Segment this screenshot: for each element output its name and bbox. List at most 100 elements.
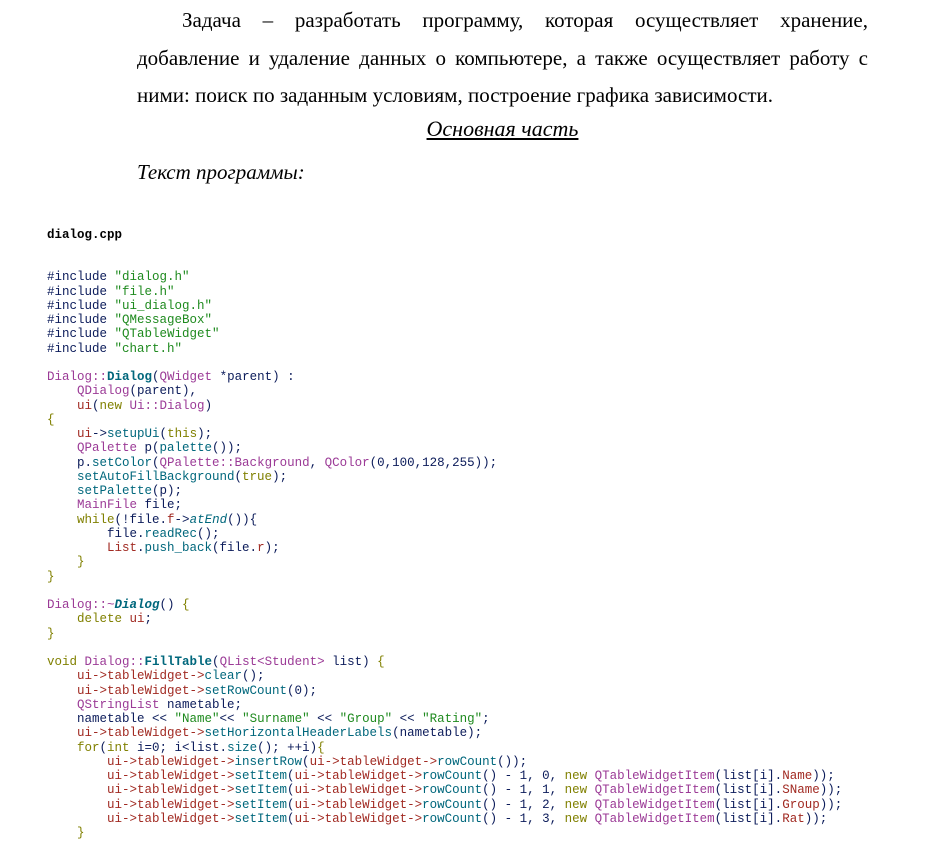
code-line: #include "dialog.h": [47, 270, 842, 284]
code-token: (file.: [212, 541, 258, 555]
code-token: (): [159, 598, 183, 612]
code-token: rowCount: [422, 811, 483, 826]
code-token: rowCount: [422, 783, 483, 798]
code-line: #include "ui_dialog.h": [47, 299, 842, 313]
code-token: setRowCount: [204, 683, 288, 698]
code-token: "QMessageBox": [114, 313, 213, 327]
code-token: ());: [212, 441, 243, 456]
code-line: {: [47, 413, 842, 427]
code-token: {: [317, 740, 325, 755]
code-token: () - 1, 2,: [482, 797, 565, 812]
code-token: (: [302, 754, 310, 769]
code-token: ui->tableWidget->: [47, 769, 235, 783]
code-token: rowCount: [422, 797, 483, 812]
code-token: ));: [804, 811, 828, 826]
code-token: (: [287, 783, 295, 798]
code-line: }: [47, 627, 842, 641]
code-token: Dialog: [107, 370, 153, 384]
code-token: clear: [204, 669, 243, 684]
code-token: }: [47, 569, 55, 584]
code-token: setItem: [234, 797, 288, 812]
code-token: file;: [137, 498, 183, 513]
code-token: ui->tableWidget->: [47, 811, 235, 826]
code-token: (: [287, 811, 295, 826]
code-token: new: [564, 811, 595, 826]
code-token: setupUi: [107, 427, 160, 441]
code-token: "file.h": [114, 284, 175, 299]
code-token: QWidget: [159, 370, 213, 384]
code-token: void: [47, 655, 85, 669]
code-token: new: [564, 769, 595, 783]
code-token: (list[i].: [714, 783, 783, 798]
code-line: #include "chart.h": [47, 342, 842, 356]
code-token: ,: [309, 455, 325, 470]
code-token: ui->tableWidget->: [47, 783, 235, 798]
code-line: QPalette p(palette());: [47, 441, 842, 455]
code-token: QTableWidgetItem: [594, 769, 715, 783]
code-token: file.: [47, 526, 145, 541]
code-token: ();: [242, 669, 265, 684]
code-token: ));: [812, 769, 835, 783]
code-token: QColor: [324, 455, 370, 470]
code-token: #include: [47, 270, 115, 285]
code-body: #include "dialog.h" #include "file.h" #inc…: [47, 270, 842, 840]
code-token: while: [47, 512, 115, 527]
code-token: (0,100,128,255));: [369, 455, 498, 470]
code-token: ui->tableWidget->: [47, 726, 205, 741]
code-token: delete: [47, 612, 130, 627]
code-line: ui->tableWidget->setRowCount(0);: [47, 684, 842, 698]
code-line: MainFile file;: [47, 498, 842, 512]
code-token: Dialog::: [84, 655, 145, 669]
code-token: );: [197, 427, 213, 441]
code-token: (: [234, 469, 243, 484]
code-line: ui->setupUi(this);: [47, 427, 842, 441]
code-token: () - 1, 3,: [482, 811, 565, 826]
code-token: nametable <<: [47, 712, 175, 726]
code-token: QTableWidgetItem: [594, 811, 715, 826]
code-token: ;: [144, 612, 153, 627]
code-token: Dialog::~: [47, 598, 115, 612]
code-line: void Dialog::FillTable(QList<Student> li…: [47, 655, 842, 669]
code-token: Ui::Dialog: [129, 398, 205, 413]
code-token: <<: [392, 712, 423, 726]
code-line: QStringList nametable;: [47, 698, 842, 712]
code-line: file.readRec();: [47, 527, 842, 541]
code-token: QPalette::Background: [159, 455, 310, 470]
code-token: List: [47, 541, 138, 555]
code-token: Group: [782, 797, 820, 812]
code-line: QDialog(parent),: [47, 384, 842, 398]
code-token: insertRow: [234, 754, 303, 769]
code-token: MainFile: [47, 498, 138, 513]
code-line: ui->tableWidget->setItem(ui->tableWidget…: [47, 812, 842, 826]
code-subheading: Текст программы:: [137, 160, 305, 184]
code-token: ();: [197, 526, 220, 541]
code-token: QList<Student>: [219, 655, 325, 669]
code-listing: dialog.cpp #include "dialog.h" #include "…: [47, 199, 842, 855]
code-token: "Surname": [242, 712, 310, 726]
code-token: <<: [219, 712, 243, 726]
code-token: (: [92, 398, 100, 413]
code-line: p.setColor(QPalette::Background, QColor(…: [47, 456, 842, 470]
code-token: .: [137, 541, 145, 555]
code-token: (!file.: [114, 512, 168, 527]
code-token: SName: [782, 783, 820, 798]
code-token: readRec: [144, 526, 198, 541]
code-line: ui->tableWidget->setItem(ui->tableWidget…: [47, 769, 842, 783]
code-token: ;: [482, 712, 490, 726]
code-token: ui->tableWidget->: [309, 754, 438, 769]
code-token: ui->tableWidget->: [47, 754, 235, 769]
code-token: ()){: [227, 512, 258, 527]
code-token: {: [47, 412, 55, 427]
code-token: (p);: [152, 484, 183, 498]
task-paragraph: Задача – разработать программу, которая …: [137, 8, 868, 107]
code-token: QTableWidgetItem: [594, 783, 715, 798]
code-token: QPalette: [47, 441, 138, 456]
code-line: ui->tableWidget->clear();: [47, 669, 842, 683]
code-token: Dialog: [114, 598, 160, 612]
code-token: setColor: [92, 455, 153, 470]
code-token: (); ++i): [257, 740, 318, 755]
code-token: *parent) :: [212, 370, 295, 384]
code-token: setPalette: [47, 484, 153, 498]
code-line: delete ui;: [47, 612, 842, 626]
code-line: while(!file.f->atEnd()){: [47, 513, 842, 527]
